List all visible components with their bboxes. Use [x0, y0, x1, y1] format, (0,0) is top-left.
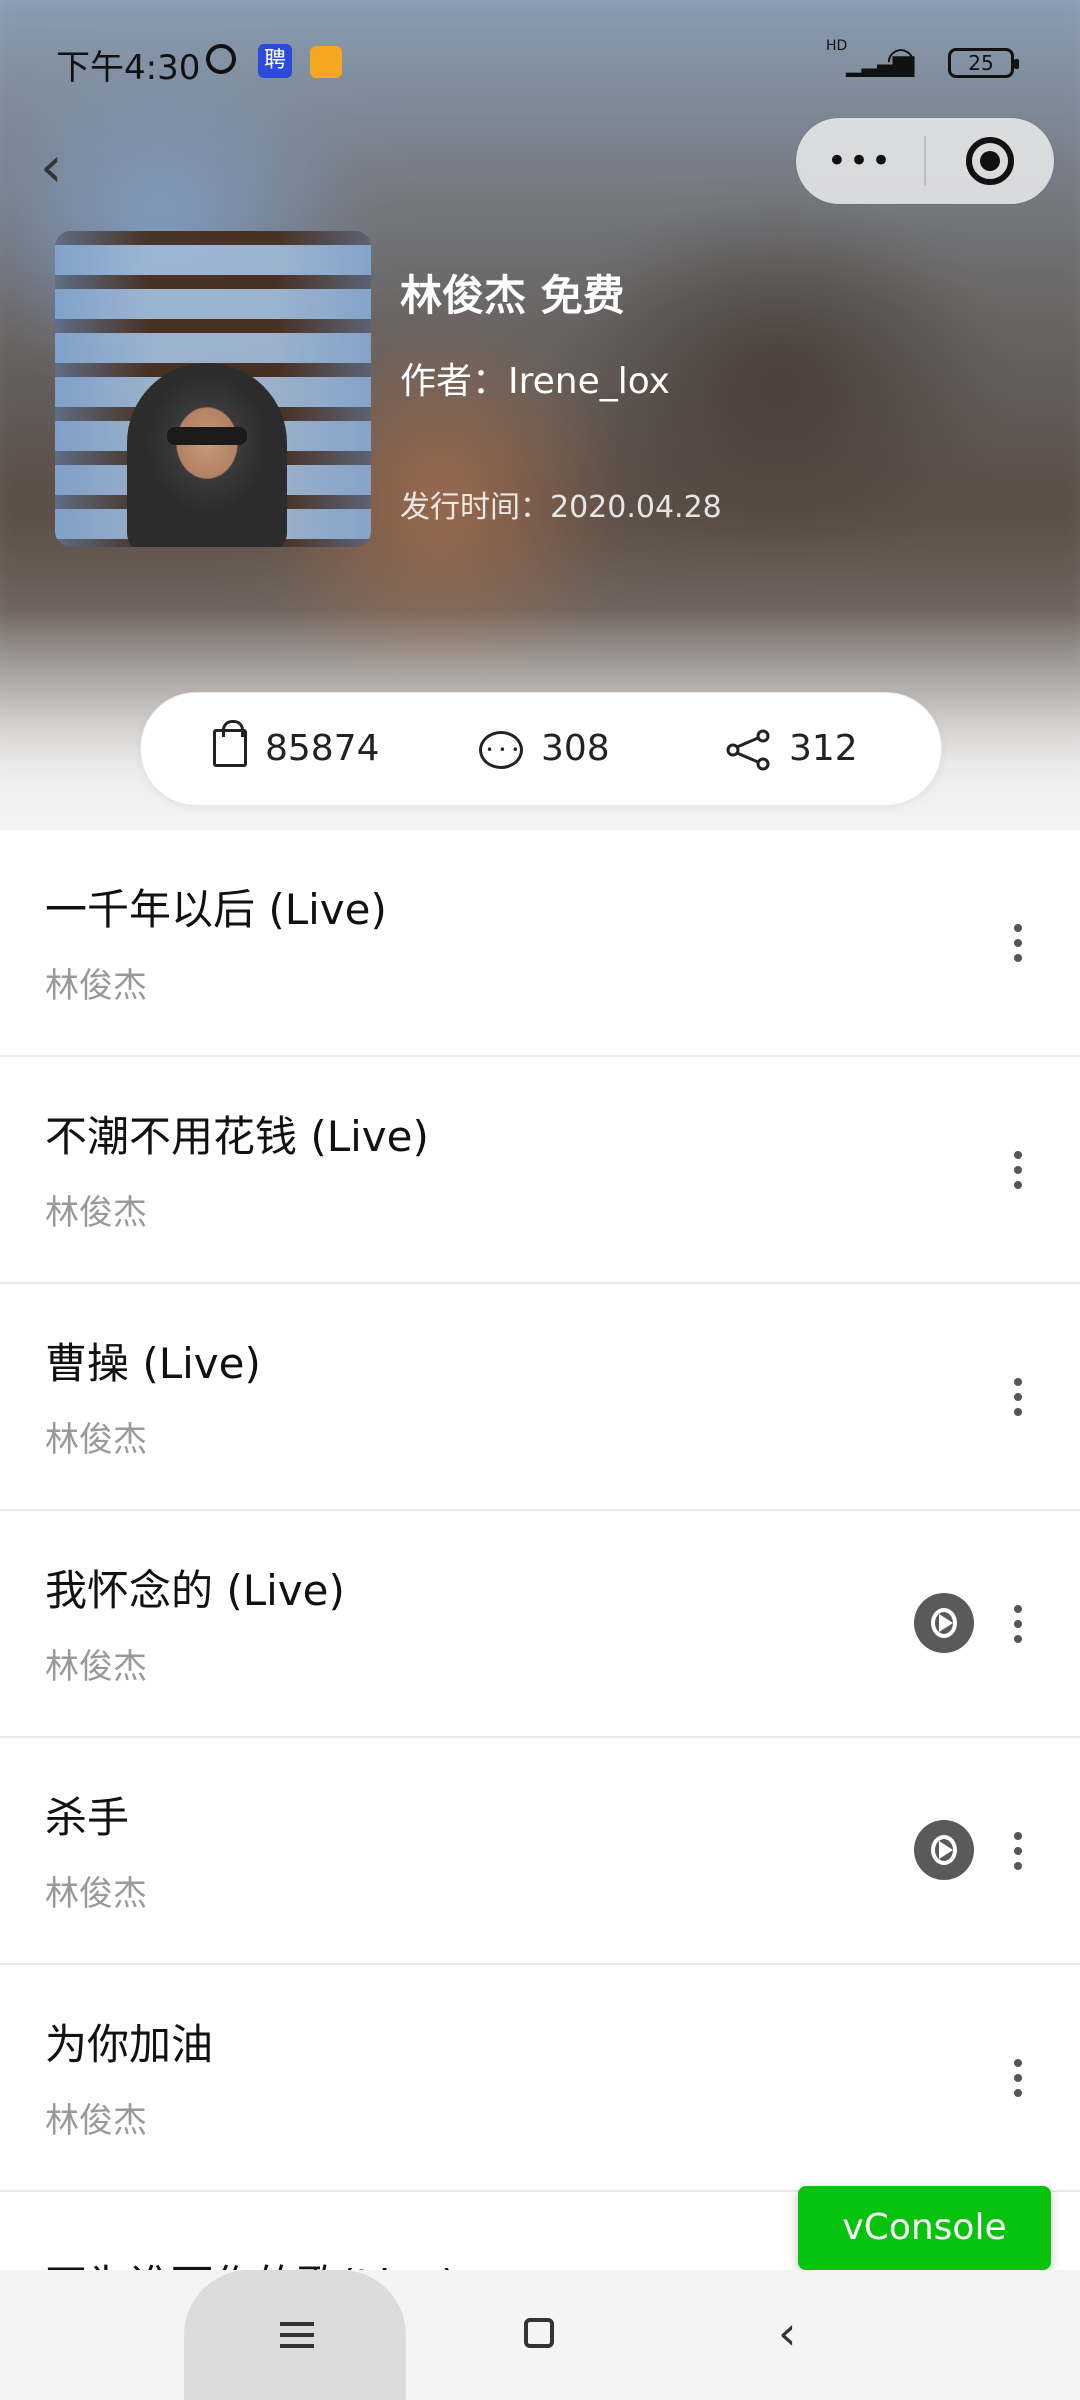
song-artist: 林俊杰 [45, 966, 147, 1006]
favorite-button[interactable]: 85874 [213, 693, 380, 805]
song-artist: 林俊杰 [45, 1193, 147, 1233]
more-menu-button[interactable]: ••• [796, 118, 924, 204]
song-title: 我怀念的 (Live) [45, 1566, 345, 1615]
song-title: 一千年以后 (Live) [45, 885, 387, 934]
share-icon [726, 729, 770, 771]
song-more-icon[interactable] [1000, 2047, 1036, 2109]
song-more-icon[interactable] [1000, 1139, 1036, 1201]
album-title: 林俊杰 免费 [400, 271, 625, 320]
song-row[interactable]: 为你加油 林俊杰 [0, 1965, 1080, 2192]
vconsole-button[interactable]: vConsole [798, 2186, 1051, 2270]
song-title: 曹操 (Live) [45, 1339, 261, 1388]
wifi-icon: ◠ [886, 40, 916, 80]
mv-play-icon[interactable] [914, 1593, 974, 1653]
song-artist: 林俊杰 [45, 1874, 147, 1914]
song-artist: 林俊杰 [45, 1420, 147, 1460]
system-back-icon[interactable]: ‹ [778, 2310, 796, 2356]
alarm-icon [206, 44, 236, 74]
signal-hd-label: HD [826, 38, 848, 54]
home-icon[interactable] [524, 2318, 554, 2348]
song-title: 不潮不用花钱 (Live) [45, 1112, 429, 1161]
song-more-icon[interactable] [1000, 1593, 1036, 1655]
share-button[interactable]: 312 [725, 693, 858, 805]
song-row[interactable]: 杀手 林俊杰 [0, 1738, 1080, 1965]
song-row[interactable]: 曹操 (Live) 林俊杰 [0, 1284, 1080, 1511]
notification-app-icon [310, 46, 342, 78]
song-more-icon[interactable] [1000, 1820, 1036, 1882]
shopping-bag-icon [213, 720, 247, 767]
more-icon: ••• [826, 141, 894, 181]
song-title: 为你加油 [45, 2020, 214, 2069]
song-more-icon[interactable] [1000, 1366, 1036, 1428]
back-button[interactable]: ‹ [40, 138, 90, 198]
status-time: 下午4:30 [56, 48, 201, 88]
song-artist: 林俊杰 [45, 1647, 147, 1687]
close-miniprogram-icon[interactable] [966, 137, 1014, 185]
comment-count: 308 [541, 728, 610, 769]
song-list: 一千年以后 (Live) 林俊杰 不潮不用花钱 (Live) 林俊杰 曹操 (L… [0, 830, 1080, 2310]
song-row[interactable]: 不潮不用花钱 (Live) 林俊杰 [0, 1057, 1080, 1284]
song-title: 杀手 [45, 1793, 130, 1842]
capsule-divider [924, 136, 926, 186]
back-chevron-icon: ‹ [40, 135, 63, 200]
comment-button[interactable]: 308 [479, 693, 610, 806]
miniprogram-capsule: ••• [796, 118, 1054, 204]
recents-menu-icon[interactable] [280, 2320, 314, 2350]
status-bar: 下午4:30 聘 HD ▁▂▃▅ ◠ 25 [0, 0, 1080, 120]
favorite-count: 85874 [265, 728, 380, 769]
song-artist: 林俊杰 [45, 2101, 147, 2141]
battery-icon: 25 [948, 48, 1019, 78]
album-release-date: 发行时间：2020.04.28 [400, 490, 722, 525]
song-row[interactable]: 我怀念的 (Live) 林俊杰 [0, 1511, 1080, 1738]
album-author: 作者：Irene_lox [400, 361, 670, 402]
album-cover-image [55, 231, 371, 547]
album-stats-bar: 85874 308 312 [140, 692, 942, 806]
song-row[interactable]: 一千年以后 (Live) 林俊杰 [0, 830, 1080, 1057]
song-more-icon[interactable] [1000, 912, 1036, 974]
job-app-icon: 聘 [258, 44, 292, 78]
comment-icon [479, 694, 523, 806]
mv-play-icon[interactable] [914, 1820, 974, 1880]
share-count: 312 [789, 728, 858, 769]
